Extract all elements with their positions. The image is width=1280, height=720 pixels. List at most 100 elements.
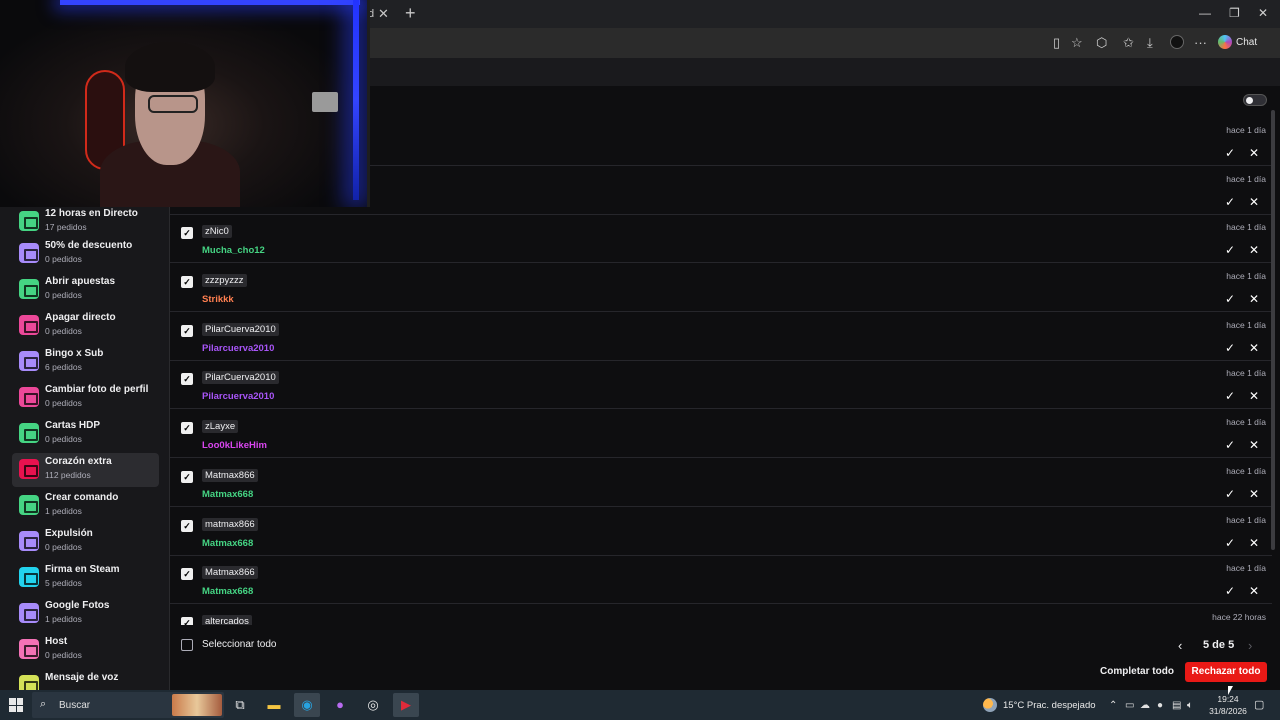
taskbar-clock[interactable]: 19:24 31/8/2026 xyxy=(1203,693,1253,717)
approve-button[interactable]: ✓ xyxy=(1220,144,1240,162)
request-time: hace 1 día xyxy=(1226,368,1266,378)
approve-button[interactable]: ✓ xyxy=(1220,582,1240,600)
sidebar-item-count: 5 pedidos xyxy=(45,578,82,588)
tab-close-icon[interactable]: ✕ xyxy=(378,6,389,22)
request-username[interactable]: Matmax668 xyxy=(202,586,253,597)
sidebar-item[interactable]: Abrir apuestas 0 pedidos xyxy=(12,273,159,307)
request-row: ✓ Matmax866 Matmax668 hace 1 día ✓ ✕ xyxy=(170,555,1272,604)
approve-button[interactable]: ✓ xyxy=(1220,485,1240,503)
tray-chevron-icon[interactable]: ⌃ xyxy=(1109,700,1117,711)
request-username[interactable]: Matmax668 xyxy=(202,489,253,500)
scrollbar[interactable] xyxy=(1271,110,1275,550)
tray-mic-icon[interactable]: ● xyxy=(1157,700,1163,711)
row-checkbox[interactable]: ✓ xyxy=(181,325,193,337)
windows-start-icon[interactable] xyxy=(9,698,23,712)
sidebar-item[interactable]: Google Fotos 1 pedidos xyxy=(12,597,159,631)
approve-button[interactable]: ✓ xyxy=(1220,193,1240,211)
approve-button[interactable]: ✓ xyxy=(1220,290,1240,308)
reject-button[interactable]: ✕ xyxy=(1244,339,1264,357)
sidebar-item[interactable]: Expulsión 0 pedidos xyxy=(12,525,159,559)
request-username[interactable]: Pilarcuerva2010 xyxy=(202,343,274,354)
reject-button[interactable]: ✕ xyxy=(1244,290,1264,308)
row-checkbox[interactable]: ✓ xyxy=(181,617,193,625)
tray-app-icon[interactable]: ▭ xyxy=(1125,700,1134,711)
auto-toggle[interactable] xyxy=(1243,94,1267,106)
close-window-button[interactable]: ✕ xyxy=(1258,6,1268,20)
reward-box-icon xyxy=(19,675,39,690)
reject-button[interactable]: ✕ xyxy=(1244,534,1264,552)
copilot-icon xyxy=(1218,35,1232,49)
sidebar-item[interactable]: Mensaje de voz xyxy=(12,669,159,690)
reward-box-icon xyxy=(19,243,39,263)
sidebar-item[interactable]: Host 0 pedidos xyxy=(12,633,159,667)
extensions-icon[interactable]: ⬡ xyxy=(1096,35,1107,51)
request-message: zzzpyzzz xyxy=(202,274,247,287)
sidebar-item[interactable]: Firma en Steam 5 pedidos xyxy=(12,561,159,595)
volume-icon[interactable]: 🔈︎ xyxy=(1187,700,1193,711)
select-all-label[interactable]: Seleccionar todo xyxy=(202,639,277,650)
app-icon-red[interactable]: ▶ xyxy=(393,693,419,717)
restore-button[interactable]: ❐ xyxy=(1229,6,1240,20)
approve-button[interactable]: ✓ xyxy=(1220,436,1240,454)
select-all-checkbox[interactable] xyxy=(181,639,193,651)
sidebar-item-count: 1 pedidos xyxy=(45,506,82,516)
reject-button[interactable]: ✕ xyxy=(1244,387,1264,405)
approve-button[interactable]: ✓ xyxy=(1220,339,1240,357)
favorite-star-icon[interactable]: ☆ xyxy=(1071,35,1083,51)
prev-page-button[interactable]: ‹ xyxy=(1178,638,1182,653)
sidebar-item[interactable]: 12 horas en Directo 17 pedidos xyxy=(12,207,159,239)
reject-button[interactable]: ✕ xyxy=(1244,436,1264,454)
reject-button[interactable]: ✕ xyxy=(1244,144,1264,162)
request-username[interactable]: Mucha_cho12 xyxy=(202,245,265,256)
reading-view-icon[interactable]: ▯ xyxy=(1053,35,1060,51)
sidebar-item[interactable]: Corazón extra 112 pedidos xyxy=(12,453,159,487)
file-explorer-icon[interactable]: ▬ xyxy=(261,693,287,717)
request-username[interactable]: Strikkk xyxy=(202,294,234,305)
row-checkbox[interactable]: ✓ xyxy=(181,227,193,239)
row-checkbox[interactable]: ✓ xyxy=(181,373,193,385)
sidebar-item-count: 0 pedidos xyxy=(45,398,82,408)
request-username[interactable]: Matmax668 xyxy=(202,538,253,549)
approve-button[interactable]: ✓ xyxy=(1220,387,1240,405)
row-checkbox[interactable]: ✓ xyxy=(181,471,193,483)
minimize-button[interactable]: — xyxy=(1199,6,1211,20)
more-menu-icon[interactable]: ··· xyxy=(1194,35,1207,50)
next-page-button[interactable]: › xyxy=(1248,638,1252,653)
request-time: hace 1 día xyxy=(1226,515,1266,525)
row-checkbox[interactable]: ✓ xyxy=(181,276,193,288)
row-checkbox[interactable]: ✓ xyxy=(181,520,193,532)
sidebar-item[interactable]: Bingo x Sub 6 pedidos xyxy=(12,345,159,379)
sidebar-item[interactable]: Cartas HDP 0 pedidos xyxy=(12,417,159,451)
sidebar-item[interactable]: 50% de descuento 0 pedidos xyxy=(12,237,159,271)
profile-avatar[interactable] xyxy=(1170,35,1184,49)
app-icon-obs[interactable]: ◎ xyxy=(360,693,386,717)
downloads-icon[interactable]: ⤓ xyxy=(1147,35,1153,51)
row-checkbox[interactable]: ✓ xyxy=(181,568,193,580)
request-username[interactable]: Loo0kLikeHim xyxy=(202,440,267,451)
reject-button[interactable]: ✕ xyxy=(1244,193,1264,211)
sidebar-item[interactable]: Crear comando 1 pedidos xyxy=(12,489,159,523)
approve-button[interactable]: ✓ xyxy=(1220,241,1240,259)
request-username[interactable]: Pilarcuerva2010 xyxy=(202,391,274,402)
reject-button[interactable]: ✕ xyxy=(1244,241,1264,259)
network-icon[interactable]: ▤ xyxy=(1172,700,1181,711)
task-view-icon[interactable]: ⧉ xyxy=(227,693,253,717)
taskbar-search-label: Buscar xyxy=(59,700,91,711)
sidebar-item-title: Host xyxy=(45,636,68,647)
new-tab-button[interactable]: + xyxy=(405,3,416,24)
copilot-chat-button[interactable]: Chat xyxy=(1218,35,1257,49)
reject-button[interactable]: ✕ xyxy=(1244,582,1264,600)
reject-button[interactable]: ✕ xyxy=(1244,485,1264,503)
favorites-icon[interactable]: ✩ xyxy=(1123,35,1134,51)
edge-browser-icon[interactable]: ◉ xyxy=(294,693,320,717)
sidebar-item[interactable]: Cambiar foto de perfil 0 pedidos xyxy=(12,381,159,415)
reject-all-button[interactable]: Rechazar todo xyxy=(1185,662,1267,682)
tray-cloud-icon[interactable]: ☁ xyxy=(1140,700,1150,711)
sidebar-item[interactable]: Apagar directo 0 pedidos xyxy=(12,309,159,343)
notification-icon[interactable]: ▢ xyxy=(1254,698,1264,711)
app-icon-purple[interactable]: ● xyxy=(327,693,353,717)
weather-widget[interactable]: 15°C Prac. despejado xyxy=(983,698,1096,712)
row-checkbox[interactable]: ✓ xyxy=(181,422,193,434)
approve-button[interactable]: ✓ xyxy=(1220,534,1240,552)
complete-all-button[interactable]: Completar todo xyxy=(1096,662,1178,682)
